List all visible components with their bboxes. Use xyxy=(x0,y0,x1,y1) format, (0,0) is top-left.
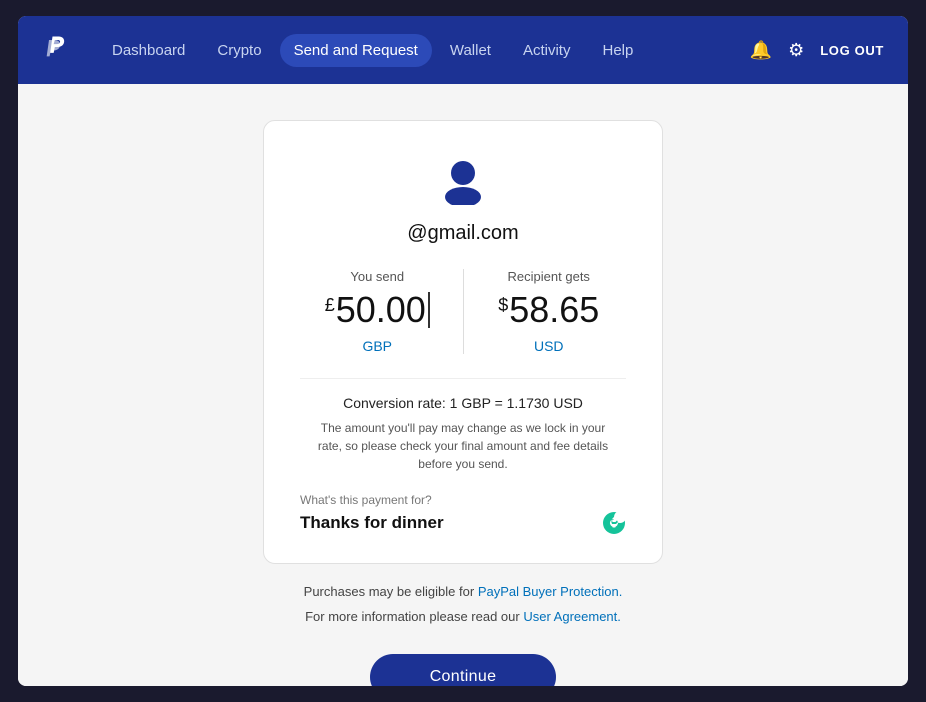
main-content: @gmail.com You send £ 50.00 GBP Recipien… xyxy=(18,84,908,686)
amounts-row: You send £ 50.00 GBP Recipient gets $ 58… xyxy=(300,269,626,354)
nav-send-request[interactable]: Send and Request xyxy=(280,34,432,67)
continue-button[interactable]: Continue xyxy=(370,654,557,686)
nav-links: Dashboard Crypto Send and Request Wallet… xyxy=(98,34,750,67)
conversion-note: The amount you'll pay may change as we l… xyxy=(313,419,613,473)
payment-purpose-label: What's this payment for? xyxy=(300,493,626,507)
send-currency-symbol: £ xyxy=(325,296,335,314)
grammarly-icon xyxy=(602,511,626,535)
notification-icon[interactable]: 🔔 xyxy=(750,40,772,61)
receive-currency-link[interactable]: USD xyxy=(534,338,564,354)
user-agreement-text: For more information please read our xyxy=(305,609,523,624)
user-agreement-link[interactable]: User Agreement. xyxy=(523,609,621,624)
nav-wallet[interactable]: Wallet xyxy=(436,34,505,67)
buyer-protection-line: Purchases may be eligible for PayPal Buy… xyxy=(304,584,623,599)
nav-help[interactable]: Help xyxy=(588,34,647,67)
send-currency-link[interactable]: GBP xyxy=(362,338,392,354)
buyer-protection-link[interactable]: PayPal Buyer Protection. xyxy=(478,584,623,599)
nav-crypto[interactable]: Crypto xyxy=(203,34,275,67)
buyer-protection-text: Purchases may be eligible for xyxy=(304,584,478,599)
payment-card: @gmail.com You send £ 50.00 GBP Recipien… xyxy=(263,120,663,564)
send-amount-value: £ 50.00 xyxy=(325,292,430,328)
recipient-email: @gmail.com xyxy=(407,222,518,245)
amount-divider xyxy=(463,269,464,354)
receive-amount-col: Recipient gets $ 58.65 USD xyxy=(472,269,627,354)
conversion-rate: Conversion rate: 1 GBP = 1.1730 USD xyxy=(343,395,583,411)
navbar: Dashboard Crypto Send and Request Wallet… xyxy=(18,16,908,84)
logout-button[interactable]: LOG OUT xyxy=(820,43,884,58)
recipient-gets-label: Recipient gets xyxy=(508,269,590,284)
payment-purpose: What's this payment for? Thanks for dinn… xyxy=(300,493,626,535)
send-amount-col: You send £ 50.00 GBP xyxy=(300,269,455,354)
nav-dashboard[interactable]: Dashboard xyxy=(98,34,199,67)
input-cursor xyxy=(428,292,430,328)
nav-activity[interactable]: Activity xyxy=(509,34,585,67)
send-amount-number: 50.00 xyxy=(336,292,426,328)
paypal-logo[interactable] xyxy=(42,33,70,68)
footer-info: Purchases may be eligible for PayPal Buy… xyxy=(304,584,623,634)
payment-purpose-text: Thanks for dinner xyxy=(300,513,444,533)
receive-amount-value: $ 58.65 xyxy=(498,292,599,328)
settings-icon[interactable]: ⚙ xyxy=(788,40,804,61)
user-agreement-line: For more information please read our Use… xyxy=(304,609,623,624)
you-send-label: You send xyxy=(350,269,404,284)
card-divider xyxy=(300,378,626,379)
receive-currency-symbol: $ xyxy=(498,296,508,314)
payment-purpose-row: Thanks for dinner xyxy=(300,511,626,535)
nav-right: 🔔 ⚙ LOG OUT xyxy=(750,40,884,61)
receive-amount-number: 58.65 xyxy=(509,292,599,328)
recipient-avatar xyxy=(437,153,489,222)
